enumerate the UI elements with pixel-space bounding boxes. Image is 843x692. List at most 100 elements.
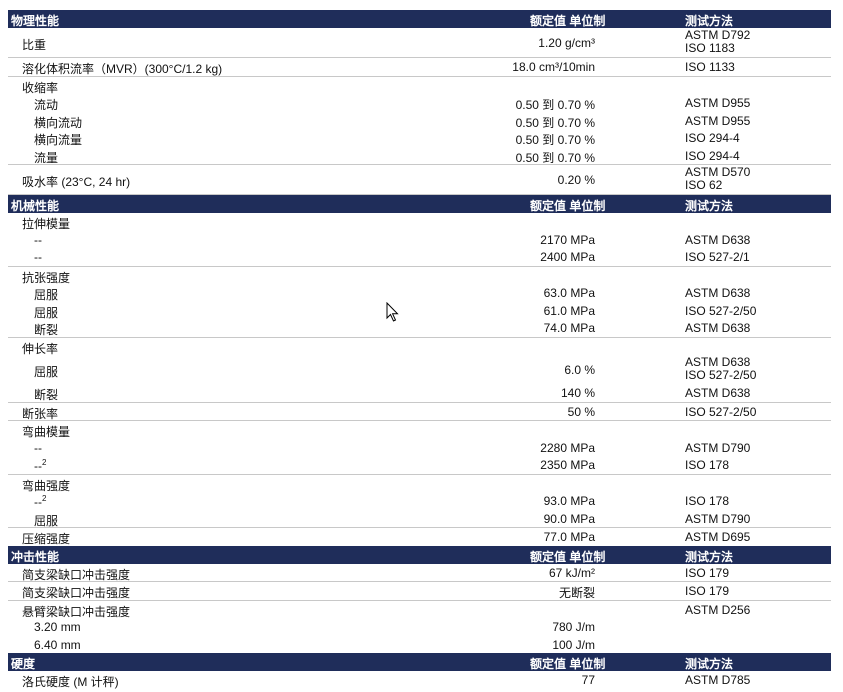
test-method-standard: ASTM D955 xyxy=(685,113,751,128)
property-label: 比重 xyxy=(22,36,46,53)
property-label-text: 比重 xyxy=(22,38,47,52)
property-label: 断张率 xyxy=(22,405,58,422)
property-value: 2400 MPa xyxy=(540,250,595,264)
property-group: 溶化体积流率（MVR）(300°C/1.2 kg) 18.0 cm³/10min I… xyxy=(8,58,831,77)
property-row: 流动 0.50 到 0.70 % ASTM D955 xyxy=(8,94,831,112)
property-label-text: 屈服 xyxy=(34,305,59,320)
property-value: 780 J/m xyxy=(552,620,595,634)
test-method: ISO 527-2/50 xyxy=(685,405,756,419)
property-label-text: -- xyxy=(34,440,42,455)
test-method: ISO 179 xyxy=(685,566,729,580)
property-label-text: 弯曲强度 xyxy=(22,478,71,493)
property-label-text: 屈服 xyxy=(34,365,59,379)
test-method: ASTM D638 xyxy=(685,321,750,335)
property-value: 0.50 到 0.70 % xyxy=(515,98,595,112)
property-label: 3.20 mm xyxy=(34,620,81,634)
property-row: 收缩率 xyxy=(8,77,831,95)
property-label-text: 断裂 xyxy=(34,388,59,402)
property-label: 屈服 xyxy=(34,363,58,380)
property-label-text: 屈服 xyxy=(34,288,59,302)
section-header: 硬度 额定值 单位制 测试方法 xyxy=(8,653,831,671)
property-label-text: 横向流动 xyxy=(34,115,83,130)
property-row: 伸长率 xyxy=(8,338,831,356)
test-method-standard: ASTM D955 xyxy=(685,96,751,110)
property-label: 悬臂梁缺口冲击强度 xyxy=(22,603,130,620)
method-column-header: 测试方法 xyxy=(685,14,734,28)
property-row: 简支梁缺口冲击强度 无断裂 ISO 179 xyxy=(8,582,831,600)
property-group: 断张率 50 % ISO 527-2/50 xyxy=(8,403,831,422)
property-row: 悬臂梁缺口冲击强度 ASTM D256 xyxy=(8,601,831,619)
test-method-standard: ISO 179 xyxy=(685,584,730,598)
property-value: 0.50 到 0.70 % xyxy=(515,150,595,165)
property-group: 压缩强度 77.0 MPa ASTM D695 xyxy=(8,528,831,546)
property-row: 屈服 6.0 % ASTM D638 ISO 527-2/50 xyxy=(8,355,831,384)
property-label: 断裂 xyxy=(34,321,58,338)
property-label-text: 断裂 xyxy=(34,323,59,337)
property-row: 断裂 140 % ASTM D638 xyxy=(8,384,831,402)
property-label: 洛氏硬度 (M 计秤) xyxy=(22,673,119,690)
property-label: 吸水率 (23°C, 24 hr) xyxy=(22,173,130,190)
property-label-text: -- xyxy=(34,232,42,247)
test-method-standard: ASTM D638 xyxy=(685,321,751,335)
property-label: 弯曲模量 xyxy=(22,423,70,440)
property-row: 压缩强度 77.0 MPa ASTM D695 xyxy=(8,528,831,546)
property-label-text: 压缩强度 xyxy=(22,532,71,546)
property-label: 屈服 xyxy=(34,286,58,303)
property-row: 简支梁缺口冲击强度 67 kJ/m² ISO 179 xyxy=(8,564,831,582)
property-value: 100 J/m xyxy=(552,637,595,652)
property-label-text: 伸长率 xyxy=(22,341,59,356)
property-row: --2 93.0 MPa ISO 178 xyxy=(8,492,831,510)
test-method: ASTM D638 xyxy=(685,286,750,300)
test-method-standard: ISO 62 xyxy=(685,178,723,192)
property-row: 弯曲强度 xyxy=(8,475,831,493)
property-value: 2170 MPa xyxy=(540,232,595,247)
property-value: 6.0 % xyxy=(564,363,595,377)
property-row: --2 2350 MPa ISO 178 xyxy=(8,456,831,474)
property-row: -- 2400 MPa ISO 527-2/1 xyxy=(8,248,831,266)
property-value: 50 % xyxy=(567,404,595,419)
section-title: 机械性能 xyxy=(11,199,60,213)
test-method-standard: ASTM D790 xyxy=(685,511,751,526)
test-method-standard: ISO 527-2/50 xyxy=(685,404,757,419)
property-row: 横向流动 0.50 到 0.70 % ASTM D955 xyxy=(8,112,831,130)
datasheet: 物理性能 额定值 单位制 测试方法 比重 1.20 g/cm³ ASTM D792 ISO … xyxy=(8,10,831,689)
section-header: 机械性能 额定值 单位制 测试方法 xyxy=(8,195,831,213)
property-group: 抗张强度 屈服 63.0 MPa ASTM D638 屈服 61.0 MPa ISO 527… xyxy=(8,267,831,338)
property-value: 0.20 % xyxy=(557,173,595,187)
method-column-header: 测试方法 xyxy=(685,657,734,671)
test-method-standard: ISO 178 xyxy=(685,494,730,508)
property-label: 断裂 xyxy=(34,386,58,403)
footnote-marker: 2 xyxy=(42,458,47,467)
property-group: 比重 1.20 g/cm³ ASTM D792 ISO 1183 xyxy=(8,28,831,58)
test-method: ISO 178 xyxy=(685,494,729,508)
test-method: ASTM D792 ISO 1183 xyxy=(685,29,750,55)
property-label: 屈服 xyxy=(34,304,58,321)
property-label-text: 3.20 mm xyxy=(34,620,81,634)
section-title: 硬度 xyxy=(11,657,36,671)
property-label-text: 拉伸模量 xyxy=(22,217,71,231)
property-label-text: 流量 xyxy=(34,150,59,165)
property-value: 63.0 MPa xyxy=(543,286,595,300)
property-value: 无断裂 xyxy=(558,586,595,600)
property-label-text: 断张率 xyxy=(22,406,59,421)
test-method-standard: ISO 527-2/50 xyxy=(685,303,757,318)
property-label-text: -- xyxy=(34,250,42,264)
test-method: ISO 527-2/50 xyxy=(685,304,756,318)
test-method-standard: ISO 527-2/1 xyxy=(685,250,750,264)
test-method: ASTM D638 ISO 527-2/50 xyxy=(685,356,756,382)
method-column-header: 测试方法 xyxy=(685,549,734,564)
property-group: 悬臂梁缺口冲击强度 ASTM D256 3.20 mm 780 J/m 6.40 mm 1… xyxy=(8,601,831,654)
property-row: 弯曲模量 xyxy=(8,421,831,439)
property-group: 简支梁缺口冲击强度 67 kJ/m² ISO 179 xyxy=(8,564,831,582)
property-label: --2 xyxy=(34,458,46,473)
test-method-standard: ISO 179 xyxy=(685,565,730,580)
property-label: 横向流动 xyxy=(34,114,82,131)
property-value: 90.0 MPa xyxy=(543,511,595,526)
property-label-text: 洛氏硬度 (M 计秤) xyxy=(22,675,119,689)
test-method-standard: ASTM D638 xyxy=(685,386,751,400)
test-method-standard: ISO 178 xyxy=(685,458,730,472)
property-value: 74.0 MPa xyxy=(543,321,595,335)
test-method-standard: ISO 1183 xyxy=(685,41,735,55)
property-label: 伸长率 xyxy=(22,340,58,357)
property-group: 弯曲强度 --2 93.0 MPa ISO 178 屈服 90.0 MPa ASTM D79… xyxy=(8,475,831,528)
